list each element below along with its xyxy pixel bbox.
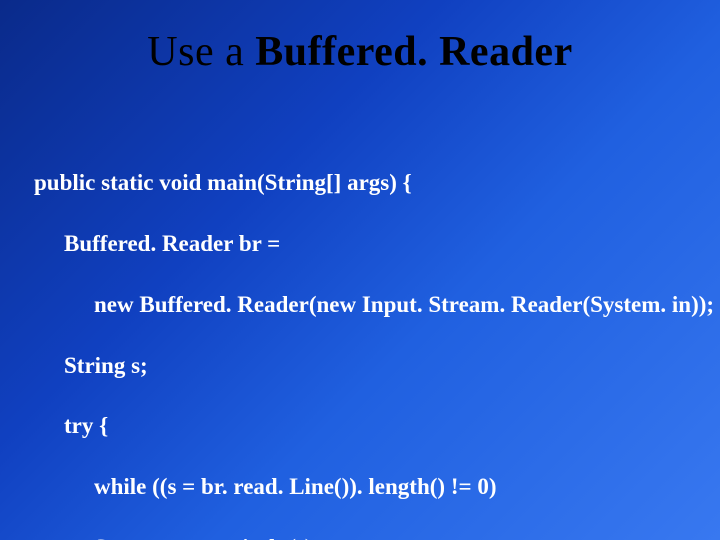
code-line: while ((s = br. read. Line()). length() …: [34, 472, 686, 502]
title-prefix: Use a: [147, 29, 255, 75]
code-line: String s;: [34, 351, 686, 381]
title-bold: Buffered. Reader: [255, 29, 572, 75]
code-line: try {: [34, 411, 686, 441]
slide: Use a Buffered. Reader public static voi…: [0, 0, 720, 540]
code-line: public static void main(String[] args) {: [34, 168, 686, 198]
code-line: System. out. println(s);: [34, 533, 686, 540]
slide-title: Use a Buffered. Reader: [34, 28, 686, 76]
code-line: Buffered. Reader br =: [34, 229, 686, 259]
code-line: new Buffered. Reader(new Input. Stream. …: [34, 290, 686, 320]
code-block: public static void main(String[] args) {…: [34, 138, 686, 540]
